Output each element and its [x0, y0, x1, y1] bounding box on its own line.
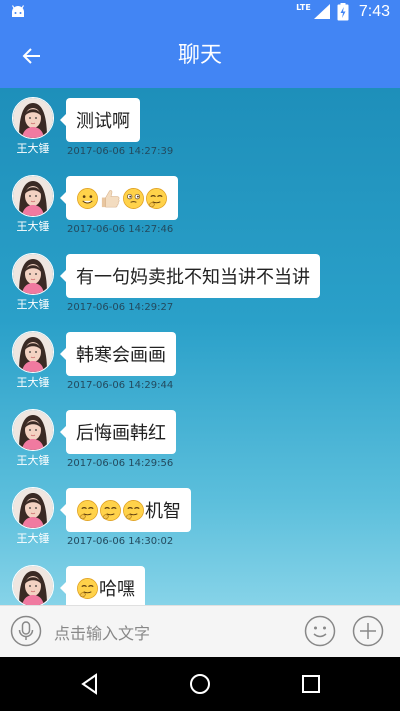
- input-bar: [0, 605, 400, 658]
- avatar[interactable]: [12, 565, 54, 605]
- avatar[interactable]: [12, 253, 54, 295]
- lte-signal-icon: [313, 4, 330, 19]
- message-bubble[interactable]: 机智: [60, 488, 191, 532]
- sneer-icon: [123, 187, 144, 209]
- message-timestamp: 2017-06-06 14:29:56: [67, 458, 174, 469]
- message-timestamp: 2017-06-06 14:29:27: [67, 302, 174, 313]
- message-row: 王大锤 测试啊 2017-06-06 14:27:39: [0, 88, 400, 166]
- sender-column: 王大锤: [12, 331, 54, 390]
- sender-column: 王大锤: [12, 175, 54, 234]
- emoji-button[interactable]: [304, 615, 336, 647]
- message-text: 有一句妈卖批不知当讲不当讲: [76, 267, 310, 288]
- grin-icon: [77, 187, 98, 209]
- message-bubble[interactable]: [60, 176, 178, 220]
- message-input[interactable]: [52, 618, 296, 648]
- message-bubble[interactable]: 哈嘿: [60, 566, 145, 605]
- voice-input-button[interactable]: [10, 615, 42, 647]
- nav-recents-icon[interactable]: [297, 670, 325, 698]
- message-row: 王大锤 机智 2017-06-06 14:30:02: [0, 478, 400, 556]
- system-nav-bar: [0, 657, 400, 711]
- sender-name: 王大锤: [16, 142, 50, 155]
- sender-name: 王大锤: [16, 298, 50, 311]
- message-row: 王大锤 韩寒会画画 2017-06-06 14:29:44: [0, 322, 400, 400]
- nav-home-icon[interactable]: [186, 670, 214, 698]
- message-bubble[interactable]: 测试啊: [60, 98, 140, 142]
- message-timestamp: 2017-06-06 14:29:44: [67, 380, 174, 391]
- message-bubble[interactable]: 后悔画韩红: [60, 410, 176, 454]
- sender-name: 王大锤: [16, 454, 50, 467]
- avatar[interactable]: [12, 97, 54, 139]
- avatar[interactable]: [12, 487, 54, 529]
- message-row: 王大锤 哈嘿: [0, 556, 400, 605]
- message-timestamp: 2017-06-06 14:27:39: [67, 146, 174, 157]
- message-text: 测试啊: [76, 111, 130, 132]
- message-bubble[interactable]: 有一句妈卖批不知当讲不当讲: [60, 254, 320, 298]
- sender-column: 王大锤: [12, 565, 54, 605]
- message-text: 机智: [145, 501, 181, 522]
- message-row: 王大锤 后悔画韩红 2017-06-06 14:29:56: [0, 400, 400, 478]
- sender-name: 王大锤: [16, 532, 50, 545]
- sender-column: 王大锤: [12, 97, 54, 156]
- app-bar: 聊天: [0, 24, 400, 88]
- nav-back-icon[interactable]: [76, 670, 104, 698]
- message-row: 王大锤 有一句妈卖批不知当讲不当讲 2017-06-06 14:29:27: [0, 244, 400, 322]
- clever-icon: [123, 499, 144, 521]
- message-row: 王大锤 2017-06-06 14:27:46: [0, 166, 400, 244]
- message-text: 后悔画韩红: [76, 423, 166, 444]
- avatar[interactable]: [12, 409, 54, 451]
- sender-column: 王大锤: [12, 487, 54, 546]
- sender-column: 王大锤: [12, 409, 54, 468]
- message-timestamp: 2017-06-06 14:27:46: [67, 224, 174, 235]
- android-icon: [11, 5, 25, 17]
- avatar[interactable]: [12, 331, 54, 373]
- message-bubble[interactable]: 韩寒会画画: [60, 332, 176, 376]
- clever-icon: [146, 187, 167, 209]
- thumbs-up-icon: [101, 189, 120, 207]
- sender-column: 王大锤: [12, 253, 54, 312]
- clever-icon: [100, 499, 121, 521]
- more-options-button[interactable]: [352, 615, 384, 647]
- chat-message-list[interactable]: 王大锤 测试啊 2017-06-06 14:27:39 王大锤 2017-06-06…: [0, 88, 400, 605]
- sender-name: 王大锤: [16, 220, 50, 233]
- message-text: 韩寒会画画: [76, 345, 166, 366]
- status-bar: LTE 7:43: [0, 0, 400, 24]
- network-type-label: LTE: [296, 3, 311, 12]
- page-title: 聊天: [177, 43, 222, 68]
- avatar[interactable]: [12, 175, 54, 217]
- clever-icon: [77, 499, 98, 521]
- message-text: 哈嘿: [99, 579, 135, 600]
- battery-charging-icon: [337, 3, 349, 21]
- sender-name: 王大锤: [16, 376, 50, 389]
- message-timestamp: 2017-06-06 14:30:02: [67, 536, 174, 547]
- clever-icon: [77, 577, 98, 599]
- status-time: 7:43: [358, 3, 390, 20]
